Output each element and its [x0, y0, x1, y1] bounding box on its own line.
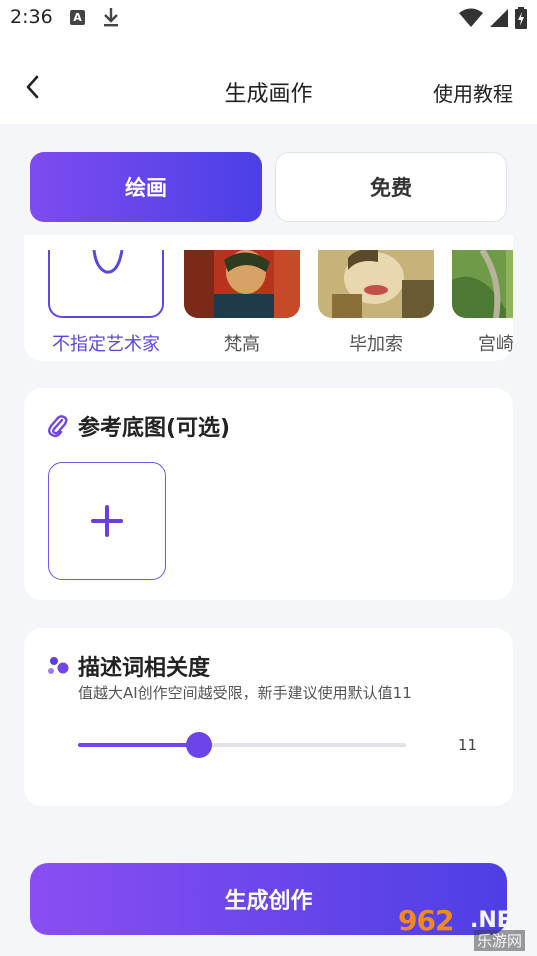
- reference-title-text: 参考底图(可选): [78, 416, 231, 441]
- cell-signal-icon: [490, 9, 508, 27]
- artist-thumb-vangogh: [184, 250, 300, 318]
- artist-item-vangogh[interactable]: 梵高: [184, 235, 300, 356]
- artist-selector: 不指定艺术家 梵高 毕加索 宫崎: [24, 235, 513, 361]
- add-reference-image-button[interactable]: [48, 462, 166, 580]
- relevance-value: 11: [457, 736, 477, 754]
- artist-name: 宫崎: [478, 334, 513, 355]
- status-time: 2:36: [10, 6, 53, 28]
- keyboard-notification-icon: A: [70, 10, 85, 25]
- tab-draw[interactable]: 绘画: [30, 152, 262, 222]
- tutorial-link[interactable]: 使用教程: [433, 78, 513, 107]
- artist-item-picasso[interactable]: 毕加索: [318, 235, 434, 356]
- tab-free[interactable]: 免费: [275, 152, 507, 222]
- watermark-main: 962: [398, 904, 454, 937]
- relevance-card: 描述词相关度 值越大AI创作空间越受限，新手建议使用默认值11 11: [24, 628, 513, 806]
- status-bar: 2:36 A: [0, 0, 537, 36]
- paperclip-icon: [48, 415, 68, 438]
- mode-tabs: 绘画 免费: [30, 152, 507, 222]
- artist-item-none[interactable]: 不指定艺术家: [48, 235, 164, 356]
- reference-image-card: 参考底图(可选): [24, 388, 513, 600]
- bubbles-icon: [48, 657, 69, 674]
- app-bar: 生成画作 使用教程: [0, 36, 537, 124]
- wifi-icon: [459, 8, 483, 27]
- relevance-title-text: 描述词相关度: [78, 656, 211, 681]
- download-icon: [102, 6, 120, 32]
- relevance-title: 描述词相关度: [46, 650, 210, 682]
- slider-knob[interactable]: [186, 732, 212, 758]
- relevance-slider[interactable]: [78, 730, 406, 760]
- battery-icon: [515, 7, 527, 29]
- artist-thumb-none: [48, 250, 164, 318]
- artist-item-miyazaki[interactable]: 宫崎: [452, 235, 513, 356]
- reference-title: 参考底图(可选): [46, 410, 230, 442]
- artist-thumb-miyazaki: [452, 250, 513, 318]
- status-icons: [459, 7, 527, 29]
- artist-thumb-picasso: [318, 250, 434, 318]
- artist-name: 毕加索: [349, 334, 403, 355]
- site-watermark-logo: 962 .NET 乐游网: [398, 904, 532, 952]
- watermark-sub: 乐游网: [474, 930, 526, 951]
- artist-name: 不指定艺术家: [52, 334, 160, 355]
- plus-icon: [91, 505, 123, 537]
- slider-fill: [78, 743, 199, 747]
- relevance-description: 值越大AI创作空间越受限，新手建议使用默认值11: [78, 684, 412, 702]
- no-artist-icon: [92, 250, 124, 274]
- artist-name: 梵高: [224, 334, 260, 355]
